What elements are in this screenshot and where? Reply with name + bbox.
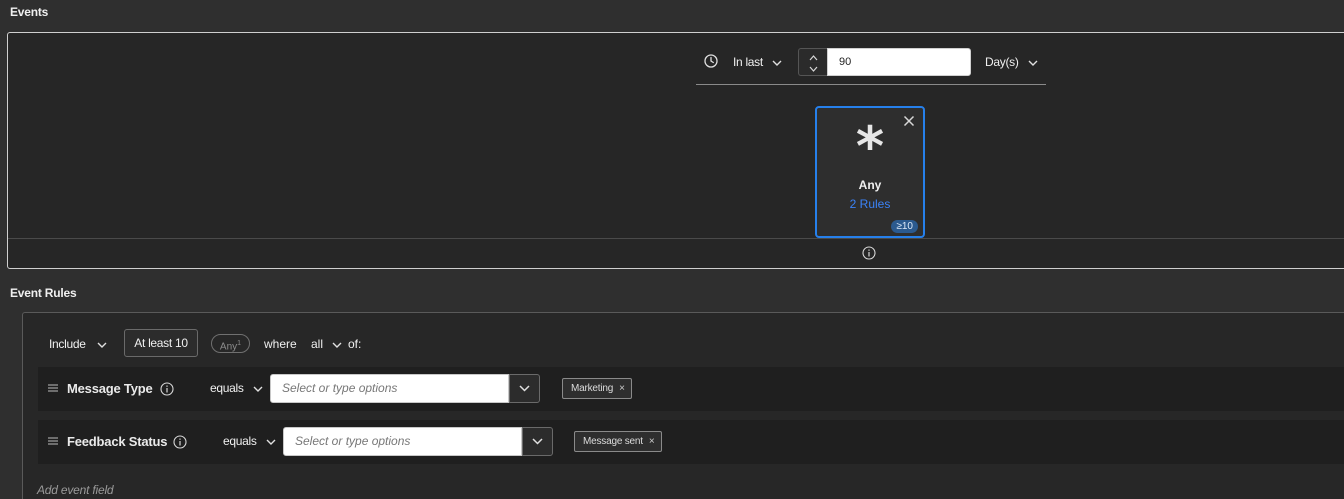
operator-label: equals (210, 381, 244, 395)
stepper-up-icon[interactable] (809, 55, 818, 61)
tag-label: Message sent (583, 436, 643, 447)
value-tag: Message sent × (574, 431, 662, 452)
tag-label: Marketing (571, 383, 614, 394)
include-row: Include At least 10 Any1 where all of: (23, 313, 1344, 363)
value-tag: Marketing × (562, 378, 632, 399)
field-name: Feedback Status (67, 434, 168, 449)
operator-dropdown[interactable]: equals (210, 381, 263, 395)
chevron-down-icon (772, 60, 782, 66)
any-pill: Any1 (211, 334, 250, 353)
field-name: Message Type (67, 381, 153, 396)
value-stepper[interactable] (798, 48, 828, 76)
info-icon[interactable] (862, 246, 876, 260)
event-rules-panel: Include At least 10 Any1 where all of: M… (22, 312, 1344, 499)
where-label: where (264, 337, 297, 351)
time-value-input[interactable]: 90 (827, 48, 971, 76)
chevron-down-icon (253, 386, 263, 392)
stepper-down-icon[interactable] (809, 66, 818, 72)
chevron-down-icon (332, 342, 342, 348)
chevron-down-icon (266, 439, 276, 445)
chevron-down-icon (1028, 60, 1038, 66)
event-rules-section-title: Event Rules (10, 286, 77, 300)
combobox-toggle-button[interactable] (509, 374, 540, 403)
info-icon[interactable] (160, 382, 174, 396)
clock-icon (704, 54, 718, 68)
divider (8, 238, 1344, 239)
operator-dropdown[interactable]: equals (223, 434, 276, 448)
chevron-down-icon (532, 438, 543, 445)
events-panel: In last 90 Day(s) * Any 2 Rules ≥10 (7, 32, 1344, 269)
event-field-row: Feedback Status equals Select or type op… (38, 420, 1344, 464)
time-mode-dropdown[interactable]: In last (733, 55, 782, 69)
info-icon[interactable] (173, 435, 187, 449)
drag-handle-icon[interactable] (48, 383, 58, 393)
remove-tag-icon[interactable]: × (619, 379, 625, 398)
all-dropdown[interactable]: all (311, 337, 342, 351)
drag-handle-icon[interactable] (48, 436, 58, 446)
count-condition-button[interactable]: At least 10 (124, 329, 198, 357)
any-pill-label: Any (219, 341, 238, 353)
value-combobox-input[interactable]: Select or type options (283, 427, 522, 456)
include-label: Include (49, 337, 86, 351)
time-unit-dropdown[interactable]: Day(s) (985, 55, 1038, 69)
count-badge: ≥10 (891, 220, 918, 233)
time-mode-label: In last (733, 55, 763, 69)
value-combobox-input[interactable]: Select or type options (270, 374, 509, 403)
event-card-rules-link[interactable]: 2 Rules (817, 197, 923, 211)
event-card-name: Any (858, 178, 882, 192)
include-dropdown[interactable]: Include (49, 337, 107, 351)
add-event-field-link[interactable]: Add event field (37, 483, 114, 497)
event-card-any[interactable]: * Any 2 Rules ≥10 (815, 106, 925, 238)
remove-tag-icon[interactable]: × (649, 432, 655, 451)
operator-label: equals (223, 434, 257, 448)
any-pill-sup: 1 (237, 340, 242, 347)
event-field-row: Message Type equals Select or type optio… (38, 367, 1344, 411)
chevron-down-icon (519, 385, 530, 392)
events-section-title: Events (10, 5, 49, 19)
combobox-toggle-button[interactable] (522, 427, 553, 456)
all-label: all (311, 337, 324, 351)
chevron-down-icon (97, 342, 107, 348)
time-range-bar: In last 90 Day(s) (696, 43, 1046, 85)
time-unit-label: Day(s) (985, 55, 1019, 69)
asterisk-icon: * (855, 115, 885, 178)
of-label: of: (348, 337, 362, 351)
